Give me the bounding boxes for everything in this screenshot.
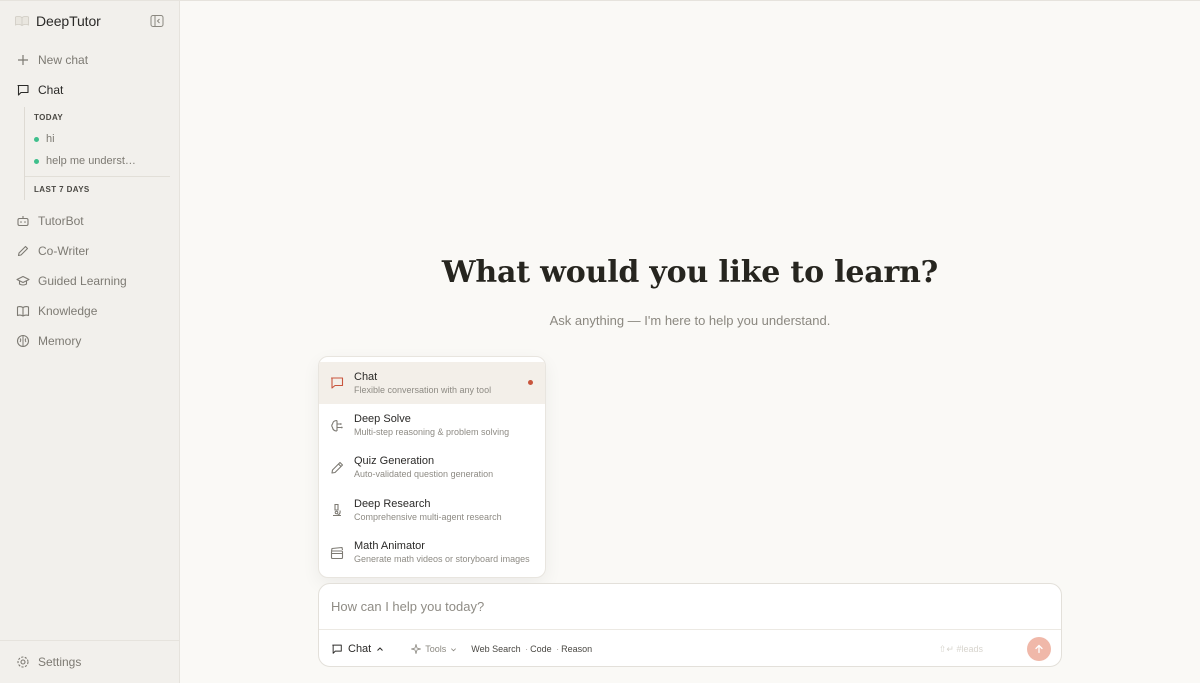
- sidebar-item-memory[interactable]: Memory: [0, 326, 179, 356]
- mode-option-name: Deep Research: [354, 497, 431, 510]
- plus-icon: [18, 55, 28, 65]
- clapperboard-icon: [330, 546, 344, 559]
- pen-icon: [17, 245, 29, 257]
- chat-bubble-icon: [332, 644, 342, 654]
- enabled-tools-list: Web Search · Code · Reason: [471, 644, 593, 654]
- mode-option-text: Chat Flexible conversation with any tool: [354, 370, 491, 397]
- mode-option-name: Deep Solve: [354, 413, 411, 426]
- sidebar: DeepTutor New chat Chat TODAY hi help me…: [0, 1, 180, 683]
- mode-option-description: Auto-validated question generation: [354, 469, 494, 480]
- chat-bubble-icon: [330, 377, 344, 389]
- mode-dropdown-menu: Chat Flexible conversation with any tool…: [318, 356, 546, 578]
- chat-bubble-icon: [17, 84, 29, 96]
- mode-selector-label: Chat: [348, 643, 372, 655]
- page-subtitle: Ask anything — I'm here to help you unde…: [549, 313, 831, 328]
- brain-circuit-icon: [331, 419, 343, 432]
- book-logo-icon: [15, 15, 29, 26]
- settings-label: Settings: [38, 655, 82, 669]
- tool-reason[interactable]: Reason: [561, 644, 592, 654]
- send-button[interactable]: [1027, 637, 1051, 661]
- sidebar-item-label: Knowledge: [38, 304, 98, 318]
- app-name: DeepTutor: [36, 13, 101, 29]
- robot-icon: [17, 216, 29, 227]
- tools-label: Tools: [425, 644, 447, 654]
- composer-toolbar: Chat Tools Web Search · Code · Reason ⇧↵…: [331, 637, 1051, 661]
- mode-option-description: Comprehensive multi-agent research: [354, 511, 502, 522]
- mode-option-description: Multi-step reasoning & problem solving: [354, 427, 510, 438]
- tools-button[interactable]: Tools: [411, 644, 461, 654]
- gear-icon: [17, 656, 29, 668]
- settings-section: Settings: [0, 640, 179, 677]
- arrow-up-icon: [1035, 644, 1043, 654]
- status-dot: [34, 158, 39, 164]
- sidebar-item-guided-learning[interactable]: Guided Learning: [0, 266, 179, 296]
- mode-option-text: Math Animator Generate math videos or st…: [354, 539, 530, 566]
- chevron-down-icon: [451, 647, 457, 651]
- tool-code[interactable]: Code: [530, 644, 552, 654]
- sidebar-item-chat[interactable]: Chat: [0, 75, 179, 105]
- brain-icon: [16, 334, 30, 348]
- mode-option-description: Generate math videos or storyboard image…: [354, 554, 530, 565]
- mode-option-text: Quiz Generation Auto-validated question …: [354, 454, 493, 481]
- mode-option-text: Deep Solve Multi-step reasoning & proble…: [354, 412, 509, 439]
- mode-option-deep-solve[interactable]: Deep Solve Multi-step reasoning & proble…: [319, 404, 545, 446]
- sidebar-item-label: Guided Learning: [38, 274, 127, 288]
- history-item[interactable]: hi: [25, 128, 170, 150]
- settings-button[interactable]: Settings: [0, 647, 179, 677]
- tool-web-search[interactable]: Web Search: [471, 644, 520, 654]
- mode-option-deep-research[interactable]: Deep Research Comprehensive multi-agent …: [319, 489, 545, 531]
- composer-divider: [319, 629, 1061, 630]
- shortcut-hint: ⇧↵ #leads: [938, 643, 983, 654]
- mode-option-name: Quiz Generation: [354, 455, 435, 468]
- history-item[interactable]: help me understand: [25, 150, 170, 172]
- status-dot: [34, 136, 39, 142]
- history-item-title: help me understand: [46, 155, 138, 167]
- message-input[interactable]: [331, 596, 1031, 616]
- history-group-last7: LAST 7 DAYS: [34, 185, 90, 194]
- mode-option-chat[interactable]: Chat Flexible conversation with any tool: [319, 362, 545, 405]
- history-item-title: hi: [46, 133, 55, 145]
- app-window: DeepTutor New chat Chat TODAY hi help me…: [0, 0, 1200, 683]
- sidebar-item-label: TutorBot: [38, 214, 84, 228]
- sidebar-item-knowledge[interactable]: Knowledge: [0, 296, 179, 326]
- sidebar-item-label: Chat: [38, 83, 64, 97]
- new-chat-label: New chat: [38, 53, 89, 67]
- mode-option-math-animator[interactable]: Math Animator Generate math videos or st…: [319, 532, 545, 574]
- sidebar-item-label: Co-Writer: [38, 244, 90, 258]
- mode-selector-button[interactable]: Chat: [331, 643, 389, 655]
- sidebar-item-label: Memory: [38, 334, 82, 348]
- microscope-icon: [333, 504, 341, 517]
- book-icon: [16, 306, 30, 317]
- main-area: What would you like to learn? Ask anythi…: [180, 1, 1200, 683]
- chevron-up-icon: [377, 647, 384, 651]
- new-chat-button[interactable]: New chat: [0, 45, 179, 75]
- sidebar-item-co-writer[interactable]: Co-Writer: [0, 236, 179, 266]
- chat-composer: Chat Tools Web Search ·Code ·Reason: [318, 583, 1062, 667]
- mode-option-quiz-generation[interactable]: Quiz Generation Auto-validated question …: [319, 447, 545, 489]
- page-title: What would you like to learn?: [441, 255, 939, 290]
- sparkle-icon: [411, 644, 422, 654]
- history-group-today: TODAY: [34, 113, 64, 122]
- mode-option-text: Deep Research Comprehensive multi-agent …: [354, 497, 502, 524]
- sidebar-collapse-icon[interactable]: [150, 14, 164, 28]
- graduation-cap-icon: [16, 275, 30, 286]
- sidebar-item-tutorbot[interactable]: TutorBot: [0, 206, 179, 236]
- sidebar-nav: TutorBot Co-Writer Guided Learning Knowl…: [0, 206, 179, 356]
- mode-option-name: Chat: [354, 370, 378, 383]
- mode-option-description: Flexible conversation with any tool: [354, 384, 492, 395]
- history-divider: [25, 176, 170, 177]
- chat-history: TODAY hi help me understand LAST 7 DAYS: [24, 107, 170, 200]
- selected-indicator: [528, 380, 533, 385]
- mode-option-name: Math Animator: [354, 540, 425, 553]
- pencil-icon: [331, 461, 344, 474]
